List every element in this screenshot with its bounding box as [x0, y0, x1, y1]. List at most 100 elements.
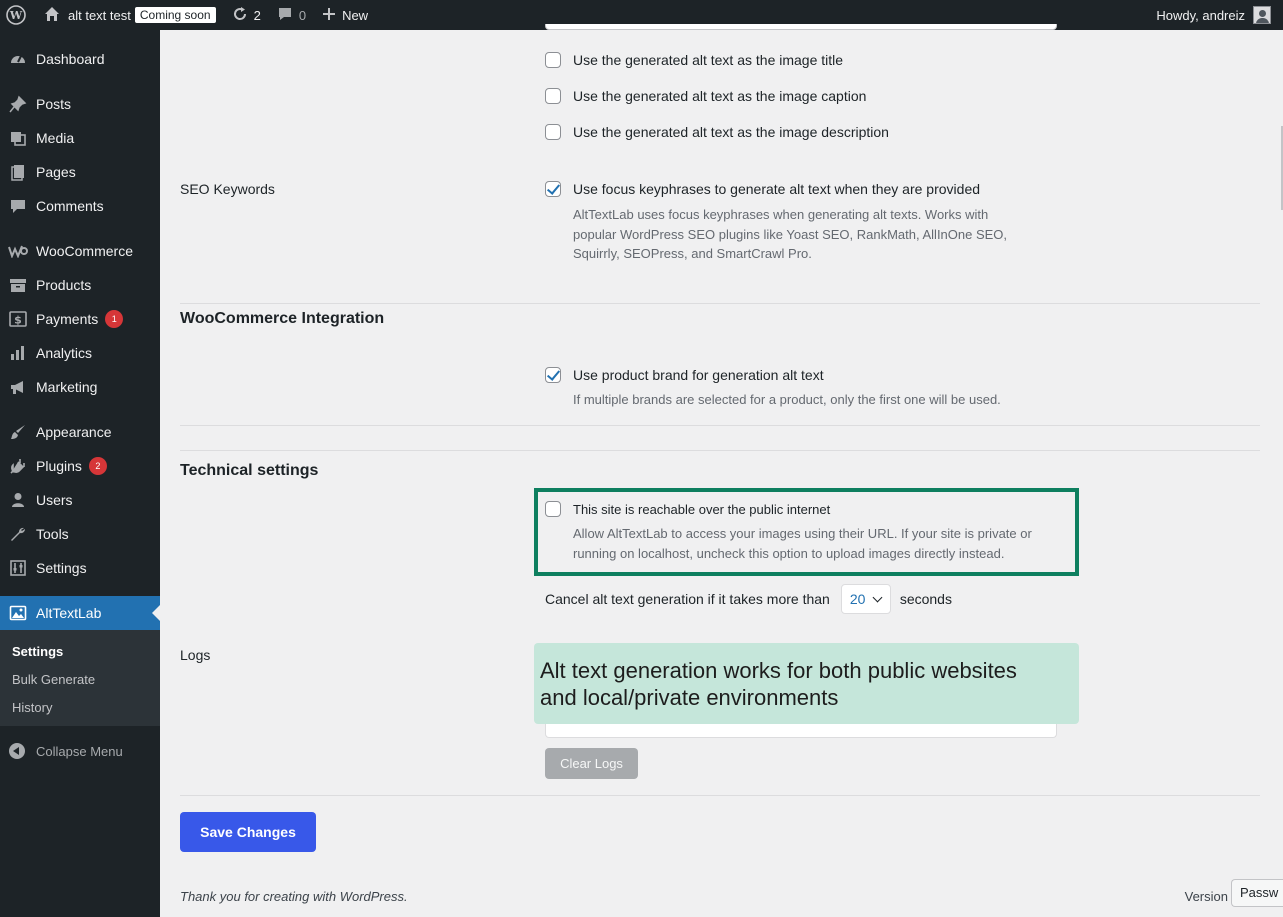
comments-link[interactable]: 0 [269, 0, 314, 30]
collapse-arrow-icon [9, 743, 25, 759]
option-seo-keyphrases[interactable]: Use focus keyphrases to generate alt tex… [545, 181, 980, 197]
pages-icon [8, 162, 28, 182]
text-field-partial[interactable] [545, 24, 1057, 30]
payments-count-badge: 1 [105, 310, 124, 328]
sidebar-item-media[interactable]: Media [0, 121, 160, 155]
svg-text:$: $ [14, 314, 22, 327]
sidebar-item-users[interactable]: Users [0, 483, 160, 517]
timeout-label-after: seconds [899, 591, 952, 607]
sidebar-item-label: Media [36, 130, 75, 146]
option-label: Use product brand for generation alt tex… [573, 367, 824, 383]
timeout-label-before: Cancel alt text generation if it takes m… [545, 591, 830, 607]
site-name-link[interactable]: alt text test Coming soon [36, 0, 224, 30]
public-internet-checkbox[interactable] [545, 501, 561, 517]
sidebar-item-label: Tools [36, 526, 69, 542]
woocommerce-section-title: WooCommerce Integration [180, 310, 385, 327]
seo-keyphrases-checkbox[interactable] [545, 181, 561, 197]
seo-description-line: Squirrly, SEOPress, and SmartCrawl Pro. [573, 246, 812, 261]
sidebar-item-posts[interactable]: Posts [0, 87, 160, 121]
site-name: alt text test [68, 7, 131, 23]
sidebar-item-label: AltTextLab [36, 605, 102, 621]
image-caption-checkbox[interactable] [545, 88, 561, 104]
seo-description: AltTextLab uses focus keyphrases when ge… [573, 205, 1007, 264]
sidebar-item-plugins[interactable]: Plugins 2 [0, 449, 160, 483]
logs-textarea[interactable] [545, 724, 1057, 738]
info-callout: Alt text generation works for both publi… [534, 643, 1079, 724]
sidebar-item-tools[interactable]: Tools [0, 517, 160, 551]
collapse-menu-button[interactable]: Collapse Menu [0, 734, 160, 768]
sidebar-item-appearance[interactable]: Appearance [0, 415, 160, 449]
option-public-internet[interactable]: This site is reachable over the public i… [545, 501, 830, 517]
brush-icon [8, 422, 28, 442]
callout-line: and local/private environments [540, 685, 839, 710]
option-product-brand[interactable]: Use product brand for generation alt tex… [545, 367, 824, 383]
clear-logs-button[interactable]: Clear Logs [545, 748, 638, 779]
divider [180, 425, 1260, 426]
sidebar-item-alttextlab[interactable]: AltTextLab [0, 596, 160, 630]
sidebar-item-payments[interactable]: $ Payments 1 [0, 302, 160, 336]
sidebar-item-label: Analytics [36, 345, 93, 361]
seo-description-line: popular WordPress SEO plugins like Yoast… [573, 226, 1008, 242]
wordpress-logo-icon[interactable]: W [0, 0, 36, 30]
timeout-setting: Cancel alt text generation if it takes m… [545, 584, 952, 614]
option-label: Use focus keyphrases to generate alt tex… [573, 181, 981, 197]
product-brand-checkbox[interactable] [545, 367, 561, 383]
public-internet-description: Allow AltTextLab to access your images u… [573, 524, 1032, 563]
pin-icon [8, 94, 28, 114]
sidebar-item-label: WooCommerce [36, 243, 133, 259]
sidebar-item-label: Products [36, 277, 92, 293]
comments-count: 0 [298, 7, 307, 23]
media-icon [8, 128, 28, 148]
updates-link[interactable]: 2 [224, 0, 269, 30]
sidebar-item-label: Pages [36, 164, 76, 180]
new-content-link[interactable]: New [314, 0, 376, 30]
howdy-text: Howdy, andreiz [1156, 7, 1245, 23]
sidebar-item-dashboard[interactable]: Dashboard [0, 42, 160, 76]
timeout-value: 20 [849, 591, 866, 607]
sidebar-item-marketing[interactable]: Marketing [0, 370, 160, 404]
image-description-checkbox[interactable] [545, 124, 561, 140]
avatar [1253, 6, 1271, 24]
sidebar-item-products[interactable]: Products [0, 268, 160, 302]
option-image-caption[interactable]: Use the generated alt text as the image … [545, 88, 866, 104]
save-changes-button[interactable]: Save Changes [180, 812, 316, 852]
sidebar-item-woocommerce[interactable]: WooCommerce [0, 234, 160, 268]
logs-label: Logs [180, 647, 211, 663]
divider [180, 450, 1260, 451]
option-label: This site is reachable over the public i… [573, 501, 831, 517]
public-internet-description-line: running on localhost, uncheck this optio… [573, 545, 1005, 561]
timeout-select[interactable]: 20 [840, 584, 891, 614]
seo-keywords-label: SEO Keywords [180, 181, 275, 197]
submenu-item-settings[interactable]: Settings [0, 637, 160, 665]
sidebar-item-pages[interactable]: Pages [0, 155, 160, 189]
sidebar-item-label: Posts [36, 96, 72, 112]
user-icon [8, 490, 28, 510]
comment-icon [8, 196, 28, 216]
sidebar-item-settings[interactable]: Settings [0, 551, 160, 585]
my-account[interactable]: Howdy, andreiz [1156, 6, 1283, 24]
dollar-icon: $ [8, 309, 28, 329]
sidebar-item-analytics[interactable]: Analytics [0, 336, 160, 370]
option-image-title[interactable]: Use the generated alt text as the image … [545, 52, 843, 68]
submenu-item-bulk-generate[interactable]: Bulk Generate [0, 665, 160, 693]
bar-chart-icon [8, 343, 28, 363]
plug-icon [8, 456, 28, 476]
image-title-checkbox[interactable] [545, 52, 561, 68]
sidebar-item-label: Plugins [36, 458, 82, 474]
admin-sidebar: Dashboard Posts Media Pages Comments Woo… [0, 30, 160, 917]
divider [180, 303, 1260, 304]
archive-icon [8, 275, 28, 295]
password-tab[interactable]: Passw [1231, 879, 1283, 907]
submenu-item-history[interactable]: History [0, 693, 160, 721]
callout-line: Alt text generation works for both publi… [540, 658, 1017, 683]
megaphone-icon [8, 377, 28, 397]
sidebar-item-label: Marketing [36, 379, 98, 395]
comment-icon [277, 6, 293, 25]
sidebar-item-label: Settings [36, 560, 87, 576]
collapse-menu-label: Collapse Menu [36, 743, 123, 759]
alttextlab-submenu: Settings Bulk Generate History [0, 630, 160, 726]
plugins-count-badge: 2 [88, 457, 107, 475]
option-image-description[interactable]: Use the generated alt text as the image … [545, 124, 889, 140]
sidebar-item-comments[interactable]: Comments [0, 189, 160, 223]
dashboard-icon [8, 49, 28, 69]
